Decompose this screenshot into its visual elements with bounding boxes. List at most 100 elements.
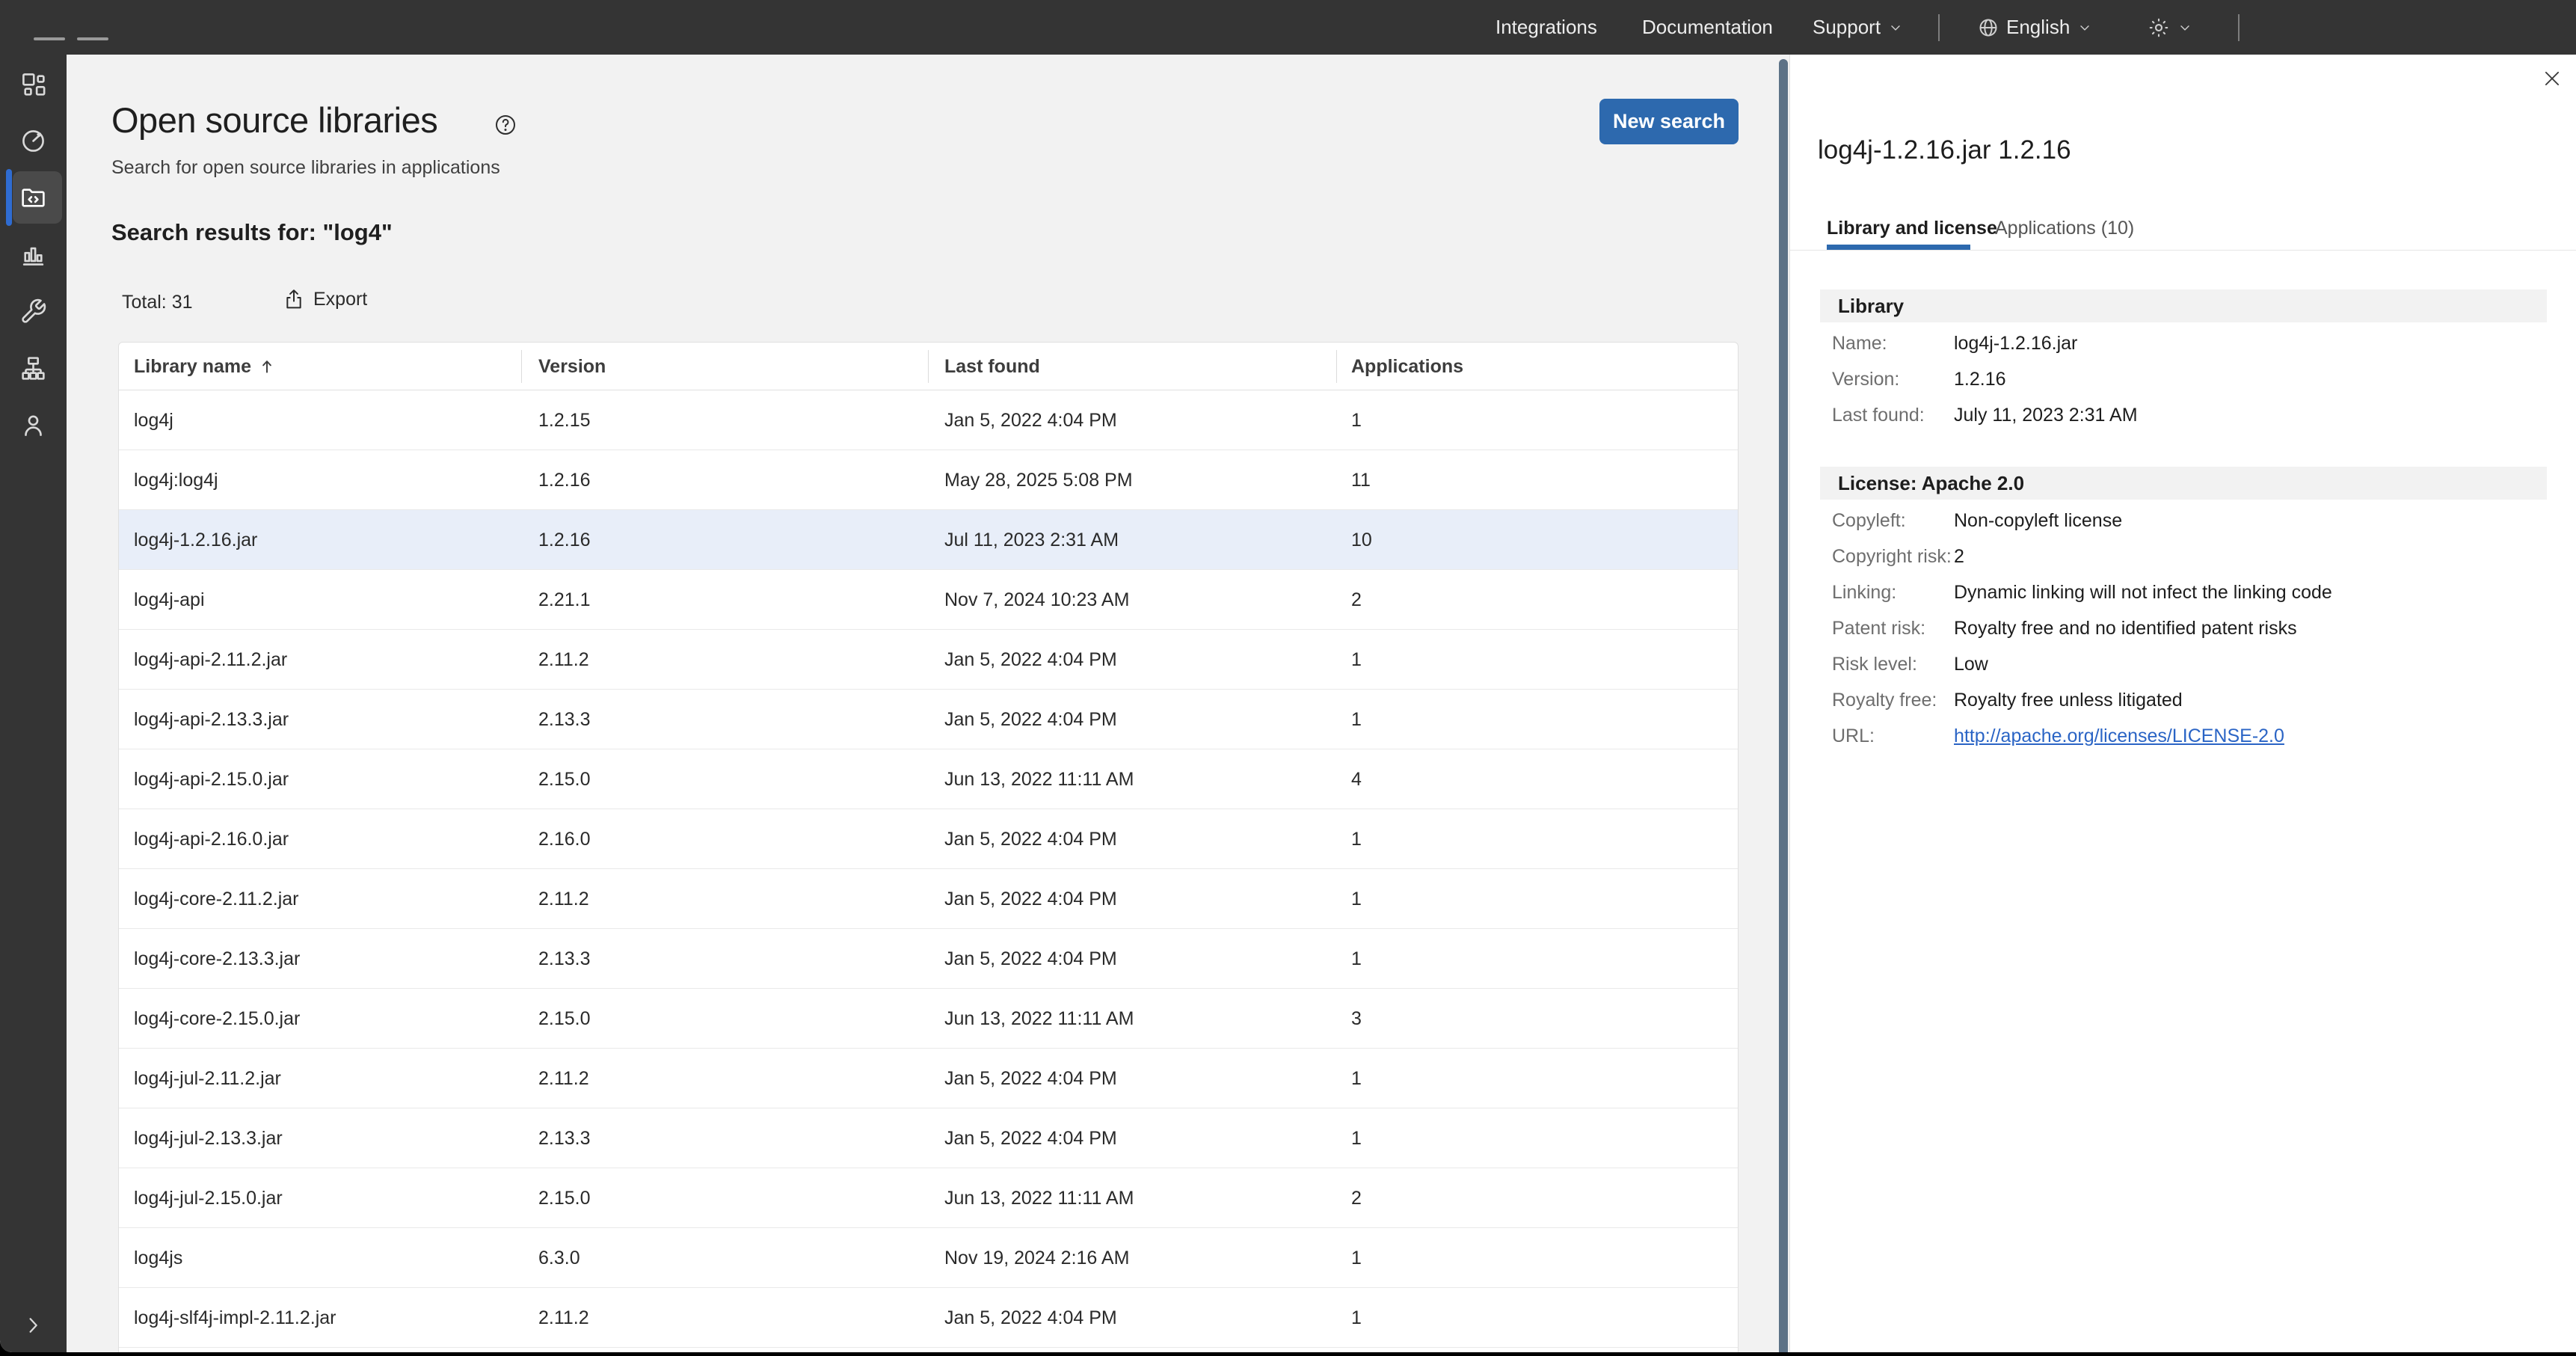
cell-version: 2.21.1 (538, 570, 591, 630)
close-icon[interactable] (2541, 67, 2566, 93)
nav-integrations[interactable]: Integrations (1496, 0, 1597, 55)
cell-library-name: log4j-slf4j-impl-2.11.2.jar (134, 1288, 336, 1348)
column-label: Last found (944, 356, 1040, 378)
sidebar-item-dashboard[interactable] (0, 55, 67, 112)
theme-selector[interactable] (2148, 0, 2192, 55)
total-count: Total: 31 (122, 292, 193, 313)
column-header-applications[interactable]: Applications (1351, 343, 1463, 390)
sun-icon (2148, 16, 2170, 39)
cell-version: 2.15.0 (538, 749, 591, 809)
cell-applications: 1 (1351, 809, 1362, 869)
table-row[interactable]: log4j-core-2.15.0.jar 2.15.0 Jun 13, 202… (119, 989, 1738, 1049)
topbar: Integrations Documentation Support Engli… (0, 0, 2576, 55)
tab-library-and-license[interactable]: Library and license (1827, 212, 1997, 245)
detail-label: Linking: (1832, 582, 1954, 604)
detail-value: log4j-1.2.16.jar (1954, 333, 2077, 355)
detail-value: 1.2.16 (1954, 369, 2006, 390)
language-selector[interactable]: English (1978, 0, 2092, 55)
cell-library-name: log4j-core-2.13.3.jar (134, 929, 300, 989)
nav-documentation-label: Documentation (1642, 16, 1773, 39)
library-section-header: Library (1820, 289, 2547, 322)
cell-last-found: Jan 5, 2022 4:04 PM (944, 690, 1117, 749)
column-header-last-found[interactable]: Last found (944, 343, 1040, 390)
cell-last-found: Jun 13, 2022 11:11 AM (944, 749, 1134, 809)
table-row[interactable]: log4j-jul-2.11.2.jar 2.11.2 Jan 5, 2022 … (119, 1049, 1738, 1108)
topbar-separator (1938, 14, 1940, 41)
gauge-icon (19, 127, 47, 155)
export-icon (282, 287, 306, 311)
cell-last-found: Jan 5, 2022 4:04 PM (944, 1049, 1117, 1108)
tab-applications[interactable]: Applications (10) (1995, 212, 2134, 245)
sidebar-item-risk-gauge[interactable] (0, 112, 67, 169)
sidebar-item-hierarchy[interactable] (0, 340, 67, 396)
cell-version: 2.11.2 (538, 1288, 589, 1348)
table-row[interactable]: log4j-api 2.21.1 Nov 7, 2024 10:23 AM 2 (119, 570, 1738, 630)
column-header-version[interactable]: Version (538, 343, 606, 390)
panel-title: log4j-1.2.16.jar 1.2.16 (1818, 135, 2071, 165)
nav-documentation[interactable]: Documentation (1642, 0, 1773, 55)
column-header-library-name[interactable]: Library name (134, 343, 277, 390)
column-divider (928, 350, 929, 383)
detail-row: Copyleft: Non-copyleft license (1820, 503, 2547, 539)
table-row[interactable]: log4j-slf4j-impl-2.11.2.jar 2.11.2 Jan 5… (119, 1288, 1738, 1348)
cell-last-found: Jun 13, 2022 11:11 AM (944, 989, 1134, 1049)
export-button[interactable]: Export (282, 287, 367, 311)
table-row[interactable]: log4j-api-2.15.0.jar 2.15.0 Jun 13, 2022… (119, 749, 1738, 809)
panel-tabs: Library and license Applications (10) (1790, 212, 2576, 251)
detail-label: URL: (1832, 725, 1954, 747)
cell-library-name: log4j-jul-2.11.2.jar (134, 1049, 281, 1108)
license-url-link[interactable]: http://apache.org/licenses/LICENSE-2.0 (1954, 725, 2284, 746)
panel-scrollbar[interactable] (1779, 59, 1788, 1352)
table-row[interactable]: log4j-jul-2.15.0.jar 2.15.0 Jun 13, 2022… (119, 1168, 1738, 1228)
sidebar-item-user[interactable] (0, 396, 67, 453)
main-content: Open source libraries Search for open so… (67, 55, 1779, 1352)
cell-applications: 1 (1351, 390, 1362, 450)
table-row[interactable]: log4j-core-2.11.2.jar 2.11.2 Jan 5, 2022… (119, 869, 1738, 929)
cell-library-name: log4j-jul-2.15.0.jar (134, 1168, 283, 1228)
license-url-row: URL: http://apache.org/licenses/LICENSE-… (1820, 718, 2547, 754)
library-detail-panel: log4j-1.2.16.jar 1.2.16 Library and lice… (1789, 55, 2576, 1352)
cell-applications: 1 (1351, 630, 1362, 690)
cell-last-found: Jan 5, 2022 4:04 PM (944, 630, 1117, 690)
table-row[interactable]: log4js 6.3.0 Nov 19, 2024 2:16 AM 1 (119, 1228, 1738, 1288)
table-row[interactable]: log4j-1.2.16.jar 1.2.16 Jul 11, 2023 2:3… (119, 510, 1738, 570)
table-row[interactable]: log4j-api-2.11.2.jar 2.11.2 Jan 5, 2022 … (119, 630, 1738, 690)
cell-version: 2.11.2 (538, 869, 589, 929)
sidebar-expand-button[interactable] (21, 1313, 46, 1339)
cell-last-found: May 28, 2025 5:08 PM (944, 450, 1133, 510)
table-row[interactable]: log4j-api-2.13.3.jar 2.13.3 Jan 5, 2022 … (119, 690, 1738, 749)
cell-library-name: log4j-api-2.11.2.jar (134, 630, 287, 690)
table-row[interactable]: log4j-core-2.13.3.jar 2.13.3 Jan 5, 2022… (119, 929, 1738, 989)
table-row[interactable]: log4j-api-2.16.0.jar 2.16.0 Jan 5, 2022 … (119, 809, 1738, 869)
table-row[interactable]: log4j-jul-2.13.3.jar 2.13.3 Jan 5, 2022 … (119, 1108, 1738, 1168)
detail-label: Risk level: (1832, 654, 1954, 675)
table-row[interactable]: log4j 1.2.15 Jan 5, 2022 4:04 PM 1 (119, 390, 1738, 450)
detail-value: Royalty free and no identified patent ri… (1954, 618, 2297, 639)
sidebar-item-tools[interactable] (0, 283, 67, 340)
help-icon[interactable] (494, 113, 517, 137)
cell-applications: 1 (1351, 690, 1362, 749)
cell-applications: 1 (1351, 869, 1362, 929)
detail-row: Royalty free: Royalty free unless litiga… (1820, 682, 2547, 718)
cell-last-found: Jan 5, 2022 4:04 PM (944, 390, 1117, 450)
sidebar-item-open-source-libraries[interactable] (0, 169, 67, 226)
table-header: Library name Version Last found Applicat… (119, 343, 1738, 390)
detail-value: Dynamic linking will not infect the link… (1954, 582, 2332, 604)
sidebar-item-reports[interactable] (0, 226, 67, 283)
cell-version: 1.2.15 (538, 390, 591, 450)
table-row[interactable]: log4j:log4j 1.2.16 May 28, 2025 5:08 PM … (119, 450, 1738, 510)
cell-library-name: log4j-jul-2.13.3.jar (134, 1108, 283, 1168)
detail-row: Version: 1.2.16 (1820, 361, 2547, 397)
detail-row: Patent risk: Royalty free and no identif… (1820, 610, 2547, 646)
cell-version: 2.15.0 (538, 989, 591, 1049)
new-search-button[interactable]: New search (1599, 99, 1739, 144)
folder-code-icon (19, 184, 47, 212)
cell-applications: 11 (1351, 450, 1371, 510)
cell-applications: 2 (1351, 1168, 1362, 1228)
cell-applications: 3 (1351, 989, 1362, 1049)
license-section-header: License: Apache 2.0 (1820, 467, 2547, 500)
column-label: Version (538, 356, 606, 378)
nav-support[interactable]: Support (1813, 0, 1903, 55)
sort-ascending-icon (257, 357, 277, 376)
sitemap-icon (19, 355, 47, 382)
